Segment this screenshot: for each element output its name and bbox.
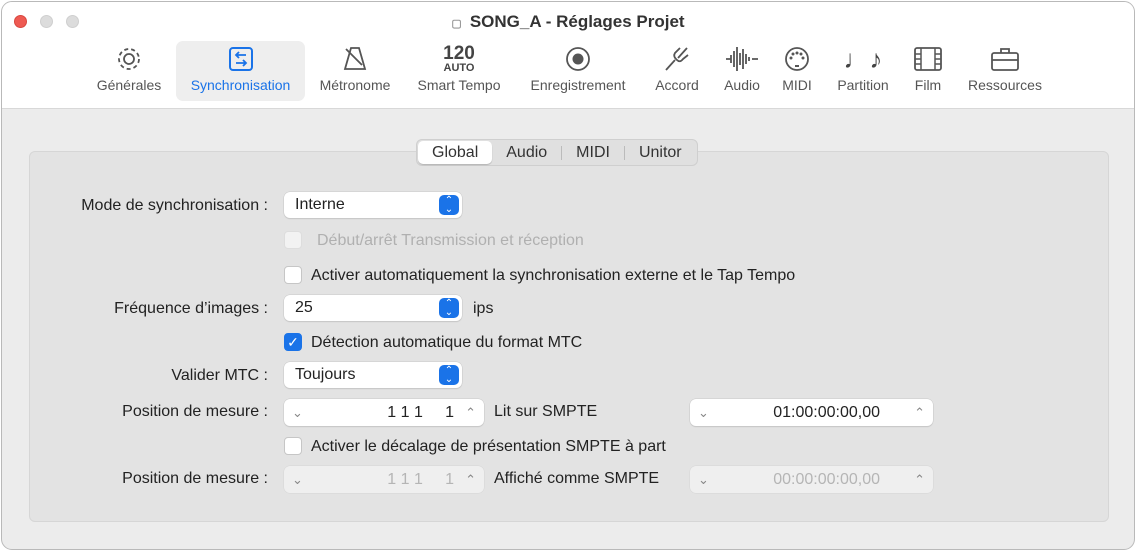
tab-smart-tempo[interactable]: 120 AUTO Smart Tempo bbox=[409, 41, 509, 101]
transmit-checkbox[interactable] bbox=[284, 231, 302, 249]
chevron-down-icon[interactable]: ⌄ bbox=[698, 399, 709, 426]
tempo-mode: AUTO bbox=[443, 62, 475, 74]
auto-external-sync-label: Activer automatiquement la synchronisati… bbox=[311, 267, 796, 284]
auto-external-sync-checkbox[interactable] bbox=[284, 266, 302, 284]
frame-rate-value: 25 bbox=[295, 299, 313, 316]
frame-rate-label: Fréquence d’images : bbox=[114, 300, 268, 317]
tab-label: Métronome bbox=[319, 77, 391, 93]
tab-global[interactable]: Global bbox=[418, 141, 493, 164]
project-settings-window: ▢ SONG_A - Réglages Projet Générales Sync… bbox=[1, 1, 1135, 550]
tab-label: Ressources bbox=[968, 77, 1042, 93]
smpte-offset-label: Activer le décalage de présentation SMPT… bbox=[311, 438, 666, 455]
tuning-fork-icon bbox=[647, 41, 707, 77]
tab-label: Accord bbox=[655, 77, 699, 93]
bar-position-2-value: 1 1 1 1 bbox=[387, 471, 454, 488]
chevron-up-icon[interactable]: ⌃ bbox=[465, 399, 476, 426]
tab-label: Partition bbox=[837, 77, 889, 93]
sync-arrows-icon bbox=[176, 41, 305, 77]
tab-label: Film bbox=[914, 77, 942, 93]
tab-label: Générales bbox=[96, 77, 162, 93]
tab-label: Audio bbox=[724, 77, 760, 93]
tab-midi[interactable]: MIDI bbox=[775, 41, 819, 101]
waveform-icon bbox=[716, 41, 768, 77]
validate-mtc-label: Valider MTC : bbox=[171, 367, 268, 384]
tab-label: MIDI bbox=[782, 77, 812, 93]
tab-accord[interactable]: Accord bbox=[647, 41, 707, 101]
bar-position-stepper[interactable]: ⌄ 1 1 1 1 ⌃ bbox=[284, 399, 484, 426]
validate-mtc-select[interactable]: Toujours ⌃ ⌄ bbox=[284, 362, 462, 388]
tab-label: Enregistrement bbox=[530, 77, 626, 93]
tab-audio-sub[interactable]: Audio bbox=[492, 141, 561, 164]
plays-smpte-stepper[interactable]: ⌄ 01:00:00:00,00 ⌃ bbox=[690, 399, 933, 426]
display-smpte-value: 00:00:00:00,00 bbox=[773, 471, 880, 488]
film-icon bbox=[905, 41, 951, 77]
tab-label: Smart Tempo bbox=[417, 77, 501, 93]
display-smpte-stepper[interactable]: ⌄ 00:00:00:00,00 ⌃ bbox=[690, 466, 933, 493]
tab-midi-sub[interactable]: MIDI bbox=[562, 141, 624, 164]
chevron-up-icon: ⌃ bbox=[914, 472, 925, 487]
sync-mode-value: Interne bbox=[295, 196, 345, 213]
document-icon: ▢ bbox=[451, 18, 462, 30]
mtc-detect-checkbox[interactable]: ✓ bbox=[284, 333, 302, 351]
toolbar: ▢ SONG_A - Réglages Projet Générales Sync… bbox=[2, 2, 1134, 109]
frame-rate-select[interactable]: 25 ⌃ ⌄ bbox=[284, 295, 462, 321]
music-notes-icon: ♩♪ bbox=[843, 43, 883, 74]
tab-segmented-control: Global Audio MIDI Unitor bbox=[416, 139, 698, 166]
tab-metronome[interactable]: Métronome bbox=[311, 41, 399, 101]
tab-audio[interactable]: Audio bbox=[716, 41, 768, 101]
record-icon bbox=[521, 41, 635, 77]
chevron-updown-icon: ⌃ ⌄ bbox=[439, 365, 459, 385]
tab-generales[interactable]: Générales bbox=[87, 41, 171, 101]
plays-smpte-label: Lit sur SMPTE bbox=[494, 403, 598, 420]
bar-position-2-label: Position de mesure : bbox=[122, 470, 268, 487]
tempo-value: 120 bbox=[443, 43, 475, 64]
tab-enregistrement[interactable]: Enregistrement bbox=[521, 41, 635, 101]
chevron-down-icon[interactable]: ⌄ bbox=[292, 399, 303, 426]
metronome-icon bbox=[311, 41, 399, 77]
briefcase-icon bbox=[960, 41, 1050, 77]
bar-position-value: 1 1 1 1 bbox=[387, 404, 454, 421]
smpte-offset-checkbox[interactable] bbox=[284, 437, 302, 455]
bar-position-2-stepper[interactable]: ⌄ 1 1 1 1 ⌃ bbox=[284, 466, 484, 493]
transmit-label: Début/arrêt Transmission et réception bbox=[317, 232, 584, 249]
midi-port-icon bbox=[775, 41, 819, 77]
chevron-up-icon[interactable]: ⌃ bbox=[914, 399, 925, 426]
chevron-up-icon: ⌃ bbox=[465, 472, 476, 487]
plays-smpte-value: 01:00:00:00,00 bbox=[773, 404, 880, 421]
tab-label: Synchronisation bbox=[190, 77, 291, 93]
tab-synchronisation[interactable]: Synchronisation bbox=[176, 41, 305, 101]
tab-ressources[interactable]: Ressources bbox=[960, 41, 1050, 101]
display-smpte-label: Affiché comme SMPTE bbox=[494, 470, 660, 487]
window-title-text: SONG_A - Réglages Projet bbox=[469, 12, 685, 31]
sync-mode-label: Mode de synchronisation : bbox=[81, 197, 268, 214]
bar-position-label: Position de mesure : bbox=[122, 403, 268, 420]
chevron-updown-icon: ⌃ ⌄ bbox=[439, 195, 459, 215]
smart-tempo-icon: 120 AUTO bbox=[409, 41, 509, 77]
tab-partition[interactable]: ♩♪ Partition bbox=[828, 41, 898, 101]
tab-unitor[interactable]: Unitor bbox=[625, 141, 696, 164]
window-title: ▢ SONG_A - Réglages Projet bbox=[2, 12, 1134, 32]
validate-mtc-value: Toujours bbox=[295, 366, 356, 383]
chevron-down-icon: ⌄ bbox=[698, 472, 709, 487]
mtc-detect-label: Détection automatique du format MTC bbox=[311, 334, 583, 351]
frame-rate-unit: ips bbox=[473, 300, 494, 317]
tab-film[interactable]: Film bbox=[905, 41, 951, 101]
sync-mode-select[interactable]: Interne ⌃ ⌄ bbox=[284, 192, 462, 218]
gear-icon bbox=[87, 41, 171, 77]
chevron-down-icon: ⌄ bbox=[292, 472, 303, 487]
chevron-updown-icon: ⌃ ⌄ bbox=[439, 298, 459, 318]
